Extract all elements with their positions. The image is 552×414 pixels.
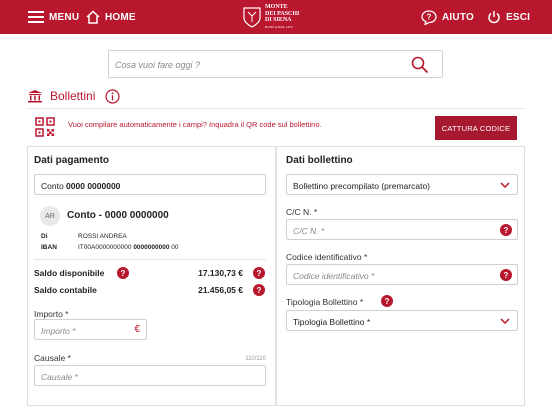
account-number-label: C/C N. * [286, 207, 318, 217]
help-button[interactable]: ? AIUTO [421, 0, 474, 34]
book-balance-label: Saldo contabile [34, 285, 97, 295]
home-icon [86, 10, 100, 24]
exit-button[interactable]: ESCI [487, 0, 530, 34]
qr-banner: Vuoi compilare automaticamente i campi? … [35, 115, 517, 141]
available-balance-value: 17.130,73 € [198, 268, 243, 278]
page-title: Bollettini [27, 87, 120, 105]
account-number-field[interactable]: C/C N. * ? [286, 219, 518, 240]
bill-typology-label: Tipologia Bollettino * [286, 297, 364, 307]
bill-typology-select[interactable]: Tipologia Bollettino * [286, 310, 518, 331]
reason-field[interactable]: Causale * [34, 365, 266, 386]
panel-title-bill: Dati bollettino [286, 155, 353, 166]
identifier-code-field[interactable]: Codice identificativo * ? [286, 264, 518, 285]
info-icon[interactable] [105, 88, 120, 104]
title-divider [27, 108, 525, 109]
help-label: AIUTO [442, 11, 474, 23]
available-balance-help-icon[interactable]: ? [117, 267, 129, 279]
logo-crest-icon [243, 7, 261, 28]
reason-char-counter: 110/110 [245, 356, 266, 362]
bill-data-panel: Dati bollettino Bollettino precompilato … [276, 146, 525, 406]
top-bar: MENU HOME MONTE DEI PASCHI DI SIENA BANC… [0, 0, 552, 34]
reason-label: Causale * [34, 353, 71, 363]
page-title-text: Bollettini [50, 89, 96, 103]
bank-building-icon [28, 90, 42, 103]
identifier-code-help-icon[interactable]: ? [500, 269, 512, 281]
holder-label: Di [41, 233, 48, 240]
available-balance-label: Saldo disponibile [34, 268, 105, 278]
account-title: Conto - 0000 0000000 [67, 210, 169, 221]
avatar: AR [40, 206, 60, 226]
svg-text:?: ? [426, 12, 431, 21]
account-number-placeholder: C/C N. * [293, 226, 325, 236]
qr-code-icon [35, 117, 55, 137]
home-label: HOME [105, 11, 136, 23]
bank-logo: MONTE DEI PASCHI DI SIENA BANCA DAL 1472 [243, 4, 299, 30]
holder-value: ROSSI ANDREA [78, 233, 127, 240]
chevron-down-icon [500, 182, 510, 189]
capture-code-button[interactable]: CATTURA CODICE [435, 116, 517, 140]
book-balance-value: 21.456,05 € [198, 285, 243, 295]
panel-title-payment: Dati pagamento [34, 155, 110, 166]
chevron-down-icon [500, 318, 510, 325]
amount-label: Importo * [34, 309, 69, 319]
book-balance-help-icon[interactable]: ? [253, 284, 265, 296]
iban-value: IT00A0000000000 0000000000 00 [78, 244, 179, 251]
account-divider [34, 259, 266, 260]
logo-text: MONTE DEI PASCHI DI SIENA BANCA DAL 1472 [265, 4, 300, 29]
hamburger-icon [28, 11, 44, 23]
home-button[interactable]: HOME [86, 0, 136, 34]
available-balance-info-icon[interactable]: ? [253, 267, 265, 279]
identifier-code-label: Codice identificativo * [286, 252, 368, 262]
payment-data-panel: Dati pagamento Conto 0000 0000000 AR Con… [27, 146, 276, 406]
menu-label: MENU [49, 11, 80, 23]
search-icon[interactable] [411, 56, 429, 74]
search-input[interactable]: Cosa vuoi fare oggi ? [115, 60, 200, 70]
qr-instructions: Vuoi compilare automaticamente i campi? … [68, 120, 322, 129]
euro-icon: € [134, 324, 140, 335]
power-icon [488, 11, 500, 24]
bill-type-value: Bollettino precompilato (premarcato) [293, 181, 431, 191]
bill-type-select[interactable]: Bollettino precompilato (premarcato) [286, 174, 518, 195]
account-select-value: Conto 0000 0000000 [41, 181, 121, 191]
bill-typology-help-icon[interactable]: ? [381, 295, 393, 307]
identifier-code-placeholder: Codice identificativo * [293, 271, 375, 281]
search-box[interactable]: Cosa vuoi fare oggi ? [108, 50, 443, 78]
iban-label: IBAN [41, 244, 57, 251]
menu-button[interactable]: MENU [28, 0, 79, 34]
amount-placeholder: Importo * [41, 326, 76, 336]
exit-label: ESCI [506, 11, 531, 23]
account-number-help-icon[interactable]: ? [500, 224, 512, 236]
account-select[interactable]: Conto 0000 0000000 [34, 174, 266, 195]
help-bubble-icon: ? [421, 9, 437, 25]
bill-typology-value: Tipologia Bollettino * [293, 317, 371, 327]
reason-placeholder: Causale * [41, 372, 78, 382]
amount-field[interactable]: Importo * € [34, 319, 147, 340]
